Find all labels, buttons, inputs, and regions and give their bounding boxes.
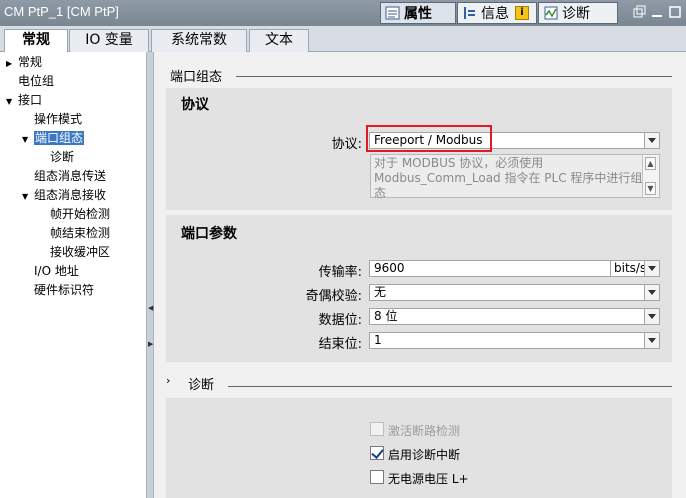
info-icon (462, 5, 478, 21)
nav-item-receive-config[interactable]: ▼ 组态消息接收 (22, 186, 106, 204)
nav-item-hw-identifier[interactable]: 硬件标识符 (34, 281, 94, 299)
properties-icon (385, 5, 401, 21)
baud-unit: bits/s (610, 261, 646, 276)
protocol-panel-title: 协议 (181, 97, 209, 113)
parity-select[interactable]: 无 (369, 284, 660, 301)
tab-io-tags[interactable]: IO 变量 (69, 29, 149, 52)
info-scrollbar[interactable]: ▲ ▼ (642, 155, 659, 197)
port-config-heading: 端口组态 (170, 70, 223, 85)
protocol-info-box: 对于 MODBUS 协议，必须使用 Modbus_Comm_Load 指令在 P… (370, 154, 660, 200)
info-badge-icon: i (515, 6, 529, 20)
nav-item-frame-end[interactable]: 帧结束检测 (50, 224, 110, 242)
chevron-down-icon[interactable] (644, 333, 659, 348)
pane-splitter[interactable]: ◀ ▶ (146, 52, 154, 498)
collapse-arrow-icon[interactable]: ▼ (22, 188, 34, 206)
section-expand-icon[interactable]: › (166, 374, 170, 387)
chevron-down-icon[interactable] (644, 133, 659, 148)
tab-diagnostics[interactable]: 诊断 (538, 2, 618, 24)
tab-info-label: 信息 (481, 6, 509, 22)
baud-rate-select[interactable]: 9600 bits/s (369, 260, 660, 277)
chevron-down-icon[interactable] (644, 309, 659, 324)
maximize-icon[interactable] (668, 5, 682, 19)
collapse-left-icon[interactable]: ◀ (148, 304, 153, 312)
tab-properties[interactable]: 属性 (380, 2, 456, 24)
protocol-panel: 协议 协议: Freeport / Modbus 对于 MODBUS 协议，必须… (166, 88, 672, 210)
stopbits-value: 1 (374, 333, 382, 347)
nav-item-diagnostics[interactable]: 诊断 (50, 148, 74, 166)
info-line: Modbus_Comm_Load 指令在 PLC 程序中进行组 (374, 171, 643, 185)
baud-label: 传输率: (318, 265, 362, 280)
scroll-down-icon[interactable]: ▼ (645, 182, 656, 195)
tab-properties-label: 属性 (404, 6, 432, 22)
stopbits-select[interactable]: 1 (369, 332, 660, 349)
scroll-up-icon[interactable]: ▲ (645, 157, 656, 170)
restore-icon[interactable] (632, 5, 646, 19)
diagnostics-heading: 诊断 (188, 378, 215, 393)
tab-info[interactable]: 信息 i (457, 2, 537, 24)
no-supply-voltage-label: 无电源电压 L+ (388, 472, 469, 486)
info-line: 态 (374, 186, 387, 200)
nav-tree: ▶ 常规 电位组 ▼ 接口 操作模式 ▼ 端口组态 诊断 组态消息传送 ▼ 组态消息接收… (0, 52, 146, 498)
nav-item-general[interactable]: ▶ 常规 (6, 53, 42, 71)
nav-item-interface[interactable]: ▼ 接口 (6, 91, 42, 109)
wire-break-checkbox[interactable] (370, 422, 384, 436)
databits-label: 数据位: (318, 313, 362, 328)
info-line: 对于 MODBUS 协议，必须使用 (374, 156, 544, 170)
window-title: CM PtP_1 [CM PtP] (4, 4, 119, 19)
nav-item-frame-start[interactable]: 帧开始检测 (50, 205, 110, 223)
collapse-arrow-icon[interactable]: ▼ (22, 131, 34, 149)
diagnostics-panel: 激活断路检测 启用诊断中断 无电源电压 L+ (166, 398, 672, 498)
nav-item-operating-mode[interactable]: 操作模式 (34, 110, 82, 128)
nav-item-receive-buffer[interactable]: 接收缓冲区 (50, 243, 110, 261)
no-supply-voltage-checkbox[interactable] (370, 470, 384, 484)
expand-right-icon[interactable]: ▶ (148, 340, 153, 348)
tab-texts[interactable]: 文本 (249, 29, 309, 52)
tab-system-constants[interactable]: 系统常数 (151, 29, 247, 52)
nav-item-transmit-config[interactable]: 组态消息传送 (34, 167, 106, 185)
stopbits-label: 结束位: (318, 337, 362, 352)
window-titlebar: CM PtP_1 [CM PtP] 属性 信息 i 诊断 (0, 0, 686, 26)
collapse-arrow-icon[interactable]: ▼ (6, 93, 18, 111)
expand-arrow-icon[interactable]: ▶ (6, 55, 18, 73)
baud-value: 9600 (374, 261, 405, 275)
tab-general[interactable]: 常规 (4, 29, 68, 53)
parity-label: 奇偶校验: (305, 289, 362, 304)
nav-item-potential-group[interactable]: 电位组 (18, 72, 54, 90)
parity-value: 无 (374, 285, 387, 299)
properties-content: 端口组态 协议 协议: Freeport / Modbus 对于 MODBUS … (154, 52, 686, 498)
nav-item-port-config[interactable]: ▼ 端口组态 (22, 129, 85, 149)
chevron-down-icon[interactable] (644, 285, 659, 300)
section-divider (236, 76, 672, 77)
section-divider (228, 386, 672, 387)
minimize-icon[interactable] (650, 5, 664, 19)
tab-diagnostics-label: 诊断 (562, 6, 590, 22)
nav-item-io-address[interactable]: I/O 地址 (34, 262, 79, 280)
diagnostics-icon (543, 5, 559, 21)
chevron-down-icon[interactable] (644, 261, 659, 276)
diag-interrupt-label: 启用诊断中断 (388, 448, 461, 462)
databits-value: 8 位 (374, 309, 398, 323)
diag-interrupt-checkbox[interactable] (370, 446, 384, 460)
section-tabs: 常规 IO 变量 系统常数 文本 (0, 26, 686, 53)
protocol-label: 协议: (331, 137, 362, 152)
highlight-box (366, 125, 492, 152)
port-params-panel: 端口参数 传输率: 9600 bits/s 奇偶校验: 无 数据位: 8 位 结… (166, 215, 672, 362)
databits-select[interactable]: 8 位 (369, 308, 660, 325)
port-params-title: 端口参数 (181, 226, 237, 242)
wire-break-label: 激活断路检测 (388, 424, 461, 438)
